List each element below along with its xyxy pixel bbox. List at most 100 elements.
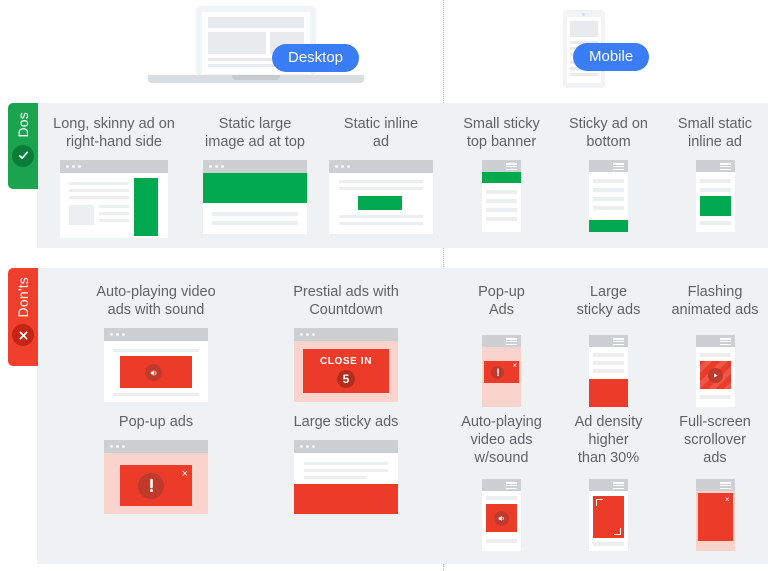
content-line (99, 205, 129, 208)
phone-statusbar (589, 160, 628, 172)
card-title: Small static inline ad (677, 116, 753, 150)
check-icon (12, 144, 34, 167)
content-block (69, 205, 94, 225)
card-art (294, 440, 398, 514)
dos-mobile-cards: Small sticky top banner Sticky ad on bot… (448, 115, 768, 232)
ad-placement-good (589, 220, 628, 232)
browser-titlebar (329, 160, 433, 173)
dos-desktop-cards: Long, skinny ad on right-hand side Stati… (40, 115, 440, 238)
hamburger-icon (506, 482, 517, 490)
card-art (589, 479, 628, 551)
card-title: Large sticky ads (576, 284, 641, 318)
window-dot-icon (116, 333, 119, 336)
content-line (486, 539, 517, 543)
close-icon[interactable]: × (182, 469, 188, 480)
card-art (589, 160, 628, 232)
window-dot-icon (306, 333, 309, 336)
window-dot-icon (312, 445, 315, 448)
window-dot-icon (341, 165, 344, 168)
close-icon[interactable]: × (512, 362, 517, 370)
phone-statusbar (589, 479, 628, 491)
content-line (593, 353, 624, 357)
window-dot-icon (335, 165, 338, 168)
phone-wire-hero (570, 21, 598, 37)
alert-icon (491, 366, 504, 379)
card-art: × (695, 479, 735, 551)
dos-tab[interactable]: Dos (8, 103, 38, 189)
card-art: CLOSE IN 5 (294, 328, 398, 402)
content-line (593, 369, 624, 373)
card-art (104, 328, 208, 402)
browser-titlebar (60, 160, 168, 173)
content-line (304, 469, 388, 472)
card-title: Long, skinny ad on right-hand side (53, 116, 175, 150)
play-icon (707, 368, 723, 383)
card-flashing-animated-ads: Flashing animated ads (662, 283, 768, 407)
ad-placement-bad (699, 361, 731, 389)
card-title: Auto-playing video ads w/sound (461, 414, 542, 466)
measure-bracket-icon (596, 499, 603, 506)
window-dot-icon (312, 333, 315, 336)
phone-mockup (482, 160, 521, 232)
content-line (593, 188, 624, 192)
card-title: Static inline ad (343, 116, 419, 150)
donts-mobile-row2: Auto-playing video ads w/sound Ad densit… (448, 413, 768, 551)
phone-mockup (482, 479, 521, 551)
ad-placement-bad: CLOSE IN 5 (303, 349, 389, 393)
card-art (695, 160, 735, 232)
window-dot-icon (300, 333, 303, 336)
window-dot-icon (66, 165, 69, 168)
content-line (99, 219, 129, 222)
phone-mockup (589, 335, 628, 407)
close-icon[interactable]: × (725, 496, 730, 504)
card-autoplay-video-sound: Auto-playing video ads with sound (58, 283, 254, 402)
browser-titlebar (203, 160, 307, 173)
phone-statusbar (589, 335, 628, 347)
ad-placement-bad: × (120, 465, 192, 506)
ad-placement-bad: × (697, 493, 733, 541)
phone-mockup (589, 160, 628, 232)
content-line (593, 542, 624, 546)
card-art: × (104, 440, 208, 514)
phone-statusbar (482, 479, 521, 491)
countdown-value: 5 (337, 370, 355, 388)
phone-mockup (589, 479, 628, 551)
window-dot-icon (215, 165, 218, 168)
donts-tab[interactable]: Don'ts (8, 268, 38, 366)
content-line (699, 179, 731, 183)
window-dot-icon (122, 445, 125, 448)
close-icon (12, 324, 34, 347)
phone-statusbar (695, 335, 735, 347)
window-dot-icon (78, 165, 81, 168)
donts-desktop-row2: Pop-up ads × Large sticky ads (58, 413, 438, 514)
window-dot-icon (306, 445, 309, 448)
content-line (486, 199, 517, 203)
content-line (69, 196, 129, 199)
hamburger-icon (613, 338, 624, 346)
card-title: Flashing animated ads (671, 284, 759, 318)
laptop-wire-hero (208, 32, 266, 54)
donts-mobile-row1: Pop-up Ads × Large sticky ads Flashing a… (448, 283, 768, 407)
card-art (329, 160, 433, 234)
card-small-sticky-top-banner: Small sticky top banner (448, 115, 555, 232)
ad-placement-bad (589, 379, 628, 407)
content-line (339, 222, 423, 225)
content-line (69, 189, 129, 192)
phone-statusbar (482, 335, 521, 347)
browser-titlebar (104, 328, 208, 341)
card-title: Pop-up ads (118, 414, 194, 430)
donts-desktop-row1: Auto-playing video ads with sound Presti… (58, 283, 438, 402)
donts-tab-label: Don'ts (15, 277, 31, 318)
hamburger-icon (506, 338, 517, 346)
content-line (699, 353, 731, 357)
card-art: × (482, 335, 521, 407)
content-line (593, 179, 624, 183)
content-line (486, 190, 517, 194)
card-title: Pop-up Ads (478, 284, 525, 318)
hamburger-icon (506, 163, 517, 171)
card-ad-density: Ad density higher than 30% (555, 413, 662, 551)
browser-mockup (104, 328, 208, 402)
ad-placement-good (699, 196, 731, 216)
hamburger-icon (719, 338, 731, 346)
card-art (589, 335, 628, 407)
